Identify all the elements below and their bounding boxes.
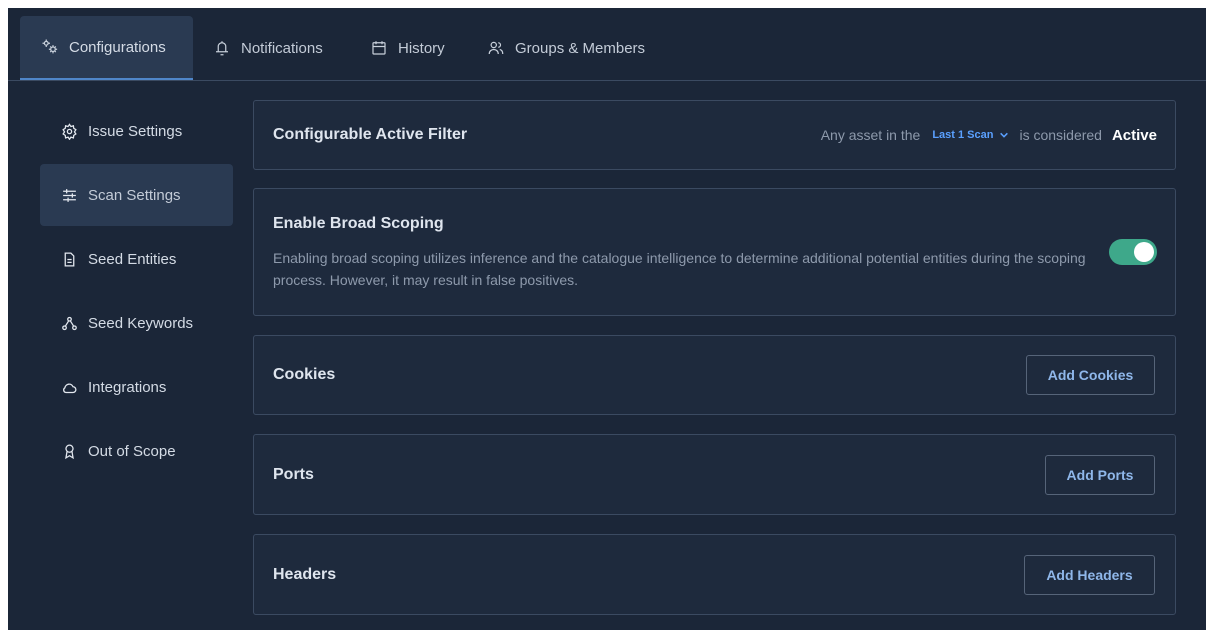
headers-title: Headers [273,566,337,583]
sidebar-item-label: Out of Scope [88,442,176,460]
broad-scoping-description: Enabling broad scoping utilizes inferenc… [273,250,1086,288]
cloud-icon [60,378,78,396]
ports-card: Ports Add Ports [253,434,1176,515]
tab-label: History [398,39,445,57]
award-icon [60,442,78,460]
sidebar-item-label: Seed Entities [88,250,177,268]
sidebar-item-label: Issue Settings [88,122,183,140]
broad-scoping-card: Enable Broad Scoping Enabling broad scop… [253,188,1176,316]
sidebar-item-label: Seed Keywords [88,314,194,332]
tab-notifications[interactable]: Notifications [211,16,323,80]
tab-history[interactable]: History [368,16,445,80]
chevron-down-icon [1000,132,1009,138]
cookies-title: Cookies [273,366,336,383]
bell-icon [211,37,233,59]
sidebar-item-seed-keywords[interactable]: Seed Keywords [40,292,233,354]
users-icon [485,37,507,59]
headers-card: Headers Add Headers [253,534,1176,615]
sidebar-item-issue-settings[interactable]: Issue Settings [40,100,233,162]
filter-prefix: Any asset in the [820,127,921,143]
tab-bar: Configurations Notifications History Gro… [8,8,1206,81]
sidebar-item-seed-entities[interactable]: Seed Entities [40,228,233,290]
filter-middle: is considered [1019,127,1102,143]
gear-icon [60,122,78,140]
settings-panel: Configurations Notifications History Gro… [8,8,1206,630]
add-ports-button[interactable]: Add Ports [1045,455,1155,495]
active-filter-title: Configurable Active Filter [273,126,468,143]
sidebar-item-integrations[interactable]: Integrations [40,356,233,418]
tab-label: Notifications [241,39,323,57]
toggle-knob [1134,242,1154,262]
sidebar-item-out-of-scope[interactable]: Out of Scope [40,420,233,482]
sliders-icon [60,186,78,204]
cookies-card: Cookies Add Cookies [253,335,1176,415]
sidebar-item-label: Scan Settings [88,186,181,204]
document-icon [60,250,78,268]
sidebar-item-scan-settings[interactable]: Scan Settings [40,164,233,226]
add-cookies-button[interactable]: Add Cookies [1026,355,1155,395]
calendar-icon [368,37,390,59]
active-filter-statement: Any asset in the Last 1 Scan is consider… [821,101,1157,169]
filter-status: Active [1111,126,1157,144]
tab-configurations[interactable]: Configurations [20,16,193,80]
broad-scoping-toggle[interactable] [1109,239,1157,265]
scan-range-dropdown[interactable]: Last 1 Scan [932,129,1009,141]
tab-groups-members[interactable]: Groups & Members [485,16,645,80]
tab-label: Groups & Members [515,39,646,57]
broad-scoping-title: Enable Broad Scoping [273,215,444,232]
ports-title: Ports [273,466,314,483]
network-icon [60,314,78,332]
add-headers-button[interactable]: Add Headers [1024,555,1155,595]
sidebar-item-label: Integrations [88,378,167,396]
tab-label: Configurations [69,38,166,56]
settings-sidebar: Issue Settings Scan Settings Seed Entiti… [40,100,233,484]
cogs-icon [39,36,61,58]
active-filter-card: Configurable Active Filter Any asset in … [253,100,1176,170]
scan-range-value: Last 1 Scan [932,129,994,141]
